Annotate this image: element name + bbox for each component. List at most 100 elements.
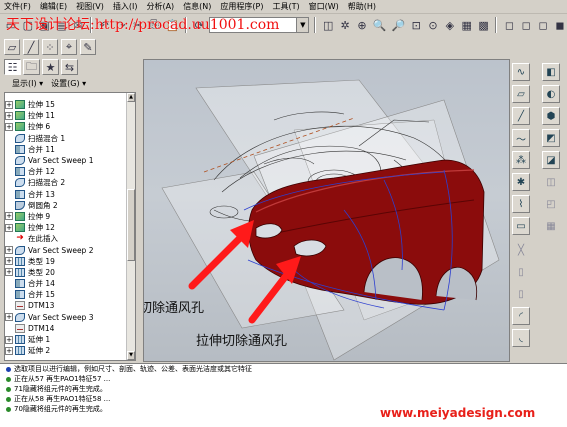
expand-icon[interactable]: + [5, 122, 13, 131]
view-manager-icon[interactable]: ▩ [477, 17, 491, 33]
menu-item[interactable]: 信息(N) [183, 0, 211, 14]
graphics-viewport[interactable]: 拉伸切除通风孔 拉伸切除通风孔 [143, 59, 510, 362]
expand-icon[interactable]: + [5, 100, 13, 109]
tree-item[interactable]: + 延伸 2 [5, 345, 127, 356]
chamfer-icon[interactable]: ◟ [512, 329, 530, 347]
expand-icon[interactable]: + [5, 335, 13, 344]
model-tree-tab-icon[interactable]: ☷ [4, 59, 21, 75]
variable-sweep-icon[interactable]: ⬢ [542, 107, 560, 125]
tree-item[interactable]: + 拉伸 11 [5, 110, 127, 121]
display-menu[interactable]: 显示(I) ▾ [12, 78, 43, 89]
shell-icon[interactable]: ▯ [512, 263, 530, 281]
menu-item[interactable]: 工具(T) [273, 0, 300, 14]
datum-plane-toggle-icon[interactable]: ▱ [4, 39, 20, 55]
tree-item[interactable]: 合并 12 [5, 166, 127, 177]
tree-item[interactable]: + 拉伸 6 [5, 121, 127, 132]
connections-tab-icon[interactable]: ⇆ [61, 59, 78, 75]
tree-item[interactable]: + Var Sect Sweep 3 [5, 312, 127, 323]
tree-item[interactable]: 扫描混合 2 [5, 177, 127, 188]
model-tree-scrollbar[interactable]: ▲ ▼ [126, 93, 135, 360]
tree-item[interactable]: 合并 14 [5, 278, 127, 289]
datum-axis-icon[interactable]: ╱ [512, 107, 530, 125]
sketch-icon[interactable]: ▭ [512, 217, 530, 235]
chevron-down-icon[interactable]: ▼ [296, 18, 309, 32]
tree-item[interactable]: 倒圆角 2 [5, 200, 127, 211]
zoom-in-icon[interactable]: 🔍 [372, 17, 388, 33]
expand-icon[interactable]: + [5, 313, 13, 322]
saved-views-icon[interactable]: ◈ [443, 17, 457, 33]
tree-item[interactable]: Var Sect Sweep 1 [5, 155, 127, 166]
tree-item[interactable]: ➜ 在此插入 [5, 233, 127, 244]
orient-icon[interactable]: ⊕ [355, 17, 369, 33]
scroll-thumb[interactable] [127, 189, 135, 261]
extrude-icon[interactable]: ◧ [542, 63, 560, 81]
expand-icon[interactable]: + [5, 111, 13, 120]
hole-icon[interactable]: ╳ [512, 241, 530, 259]
hidden-line-icon[interactable]: ◻ [519, 17, 533, 33]
datum-axis-toggle-icon[interactable]: ╱ [23, 39, 39, 55]
tree-item[interactable]: + 拉伸 15 [5, 99, 127, 110]
expand-icon[interactable]: + [5, 212, 13, 221]
sketch-curve-icon[interactable]: ∿ [512, 63, 530, 81]
menu-item[interactable]: 应用程序(P) [220, 0, 263, 14]
merge-feature-icon[interactable]: ◫ [542, 173, 560, 191]
menu-item[interactable]: 插入(I) [113, 0, 138, 14]
datum-point-toggle-icon[interactable]: ⁘ [42, 39, 58, 55]
no-hidden-icon[interactable]: ◻ [536, 17, 550, 33]
tree-item[interactable]: 合并 11 [5, 144, 127, 155]
tree-item[interactable]: + 延伸 1 [5, 334, 127, 345]
pattern-icon[interactable]: ▦ [542, 217, 560, 235]
style-icon[interactable]: ◪ [542, 151, 560, 169]
message-text: 正在从57 再生PAO1特征57 ... [14, 375, 111, 383]
tree-item[interactable]: DTM14 [5, 323, 127, 334]
datum-plane-icon[interactable]: ▱ [512, 85, 530, 103]
annotation-toggle-icon[interactable]: ✎ [80, 39, 96, 55]
tree-item[interactable]: + 类型 19 [5, 256, 127, 267]
shading-icon[interactable]: ◼ [553, 17, 567, 33]
scroll-up-icon[interactable]: ▲ [127, 93, 135, 102]
expand-icon[interactable]: + [5, 268, 13, 277]
expand-icon[interactable]: + [5, 223, 13, 232]
zoom-out-icon[interactable]: 🔎 [391, 17, 407, 33]
trim-icon[interactable]: ◰ [542, 195, 560, 213]
rib-icon[interactable]: ▯ [512, 285, 530, 303]
reorient-icon[interactable]: ⊙ [426, 17, 440, 33]
settings-menu[interactable]: 设置(G) ▾ [51, 78, 86, 89]
expand-icon[interactable]: + [5, 346, 13, 355]
expand-icon[interactable]: + [5, 257, 13, 266]
menu-item[interactable]: 视图(V) [76, 0, 104, 14]
menu-item[interactable]: 文件(F) [4, 0, 31, 14]
datum-point-icon[interactable]: ⁂ [512, 151, 530, 169]
tree-item[interactable]: + 拉伸 9 [5, 211, 127, 222]
scroll-down-icon[interactable]: ▼ [127, 351, 135, 360]
round-icon[interactable]: ◜ [512, 307, 530, 325]
tree-item-label: 扫描混合 1 [28, 133, 66, 143]
menu-item[interactable]: 分析(A) [146, 0, 174, 14]
datum-curve-icon[interactable]: 〜 [512, 129, 530, 147]
boundary-blend-icon[interactable]: ◩ [542, 129, 560, 147]
spin-center-icon[interactable]: ✲ [338, 17, 352, 33]
tree-item[interactable]: 合并 15 [5, 289, 127, 300]
refit-icon[interactable]: ⊡ [409, 17, 423, 33]
coordinate-system-icon[interactable]: ✱ [512, 173, 530, 191]
revolve-icon[interactable]: ◐ [542, 85, 560, 103]
tree-item[interactable]: + 类型 20 [5, 267, 127, 278]
tree-item[interactable]: + Var Sect Sweep 2 [5, 244, 127, 255]
sweep-icon [15, 178, 25, 188]
tree-item[interactable]: DTM13 [5, 300, 127, 311]
tree-item[interactable]: 扫描混合 1 [5, 133, 127, 144]
layers-icon[interactable]: ▦ [460, 17, 474, 33]
favorites-tab-icon[interactable]: ★ [42, 59, 59, 75]
tree-item[interactable]: 合并 13 [5, 189, 127, 200]
repaint-icon[interactable]: ◫ [321, 17, 335, 33]
expand-icon[interactable]: + [5, 246, 13, 255]
menu-item[interactable]: 帮助(H) [348, 0, 376, 14]
coordinate-system-toggle-icon[interactable]: ⌖ [61, 39, 77, 55]
folder-browser-tab-icon[interactable]: 🗀 [23, 59, 40, 75]
menu-item[interactable]: 编辑(E) [40, 0, 67, 14]
tree-item-label: Var Sect Sweep 2 [28, 245, 94, 255]
menu-item[interactable]: 窗口(W) [309, 0, 339, 14]
analysis-icon[interactable]: ⌇ [512, 195, 530, 213]
tree-item[interactable]: + 拉伸 12 [5, 222, 127, 233]
wireframe-icon[interactable]: ◻ [502, 17, 516, 33]
